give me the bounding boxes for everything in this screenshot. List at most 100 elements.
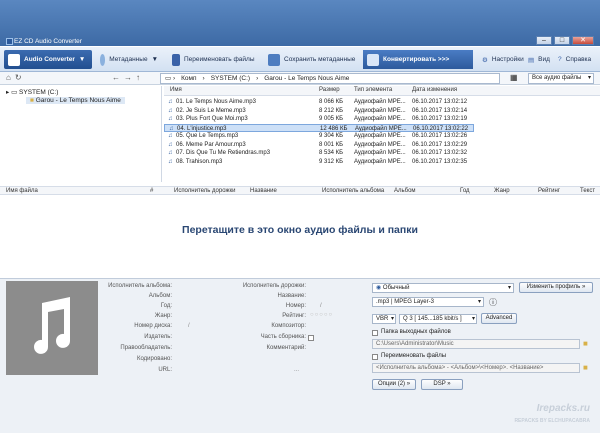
refresh-icon[interactable]: ↻	[15, 73, 22, 82]
settings-button[interactable]: ⚙ Настройки	[478, 50, 524, 69]
convert-button[interactable]: Конвертировать >>>	[363, 50, 473, 69]
file-type: Аудиофайл MPE...	[354, 150, 406, 156]
file-name: 01. Le Temps Nous Aime.mp3	[176, 99, 256, 105]
grid-view-icon[interactable]: ▦	[510, 73, 518, 82]
rename-pattern-field[interactable]: <Исполнитель альбома> - <Альбом>\<Номер>…	[372, 363, 580, 373]
album-cover[interactable]	[6, 281, 98, 375]
file-size: 9 312 КБ	[319, 158, 344, 165]
advanced-button[interactable]: Advanced	[481, 313, 517, 324]
tree-item-folder[interactable]: ■ Garou - Le Temps Nous Aime	[26, 97, 125, 104]
watermark-site: Irepacks.ru	[536, 403, 590, 414]
drop-hint: Перетащите в это окно аудио файлы и папк…	[182, 224, 418, 236]
col-rating[interactable]: Рейтинг	[538, 188, 560, 194]
file-row[interactable]: ♫ 01. Le Temps Nous Aime.mp3 8 066 КБ Ауди…	[164, 98, 474, 107]
file-row[interactable]: ♫ 02. Je Suis Le Meme.mp3 8 212 КБ Аудиофа…	[164, 107, 474, 116]
col-year[interactable]: Год	[460, 188, 470, 194]
pattern-edit-icon[interactable]: ■	[583, 363, 588, 372]
file-row[interactable]: ♫ 04. L'injustice.mp3 12 486 КБ Аудиофайл …	[164, 123, 474, 132]
format-select[interactable]: .mp3 | MPEG Layer-3 ▾	[372, 297, 484, 307]
col-genre[interactable]: Жанр	[494, 188, 510, 194]
compilation-checkbox[interactable]	[308, 335, 314, 341]
metadata-icon	[100, 53, 106, 66]
col-filename[interactable]: Имя файла	[6, 188, 38, 194]
help-icon: ?	[558, 56, 562, 63]
file-type: Аудиофайл MPE...	[354, 158, 406, 165]
save-metadata-button[interactable]: Сохранить метаданные	[264, 50, 360, 69]
file-name: 08. Trahison.mp3	[176, 158, 223, 165]
help-button[interactable]: ? Справка	[554, 50, 598, 69]
up-arrow-icon[interactable]: ↑	[136, 73, 140, 82]
col-album-artist[interactable]: Исполнитель альбома	[322, 188, 384, 194]
file-row[interactable]: ♫ 06. Meme Par Amour.mp3 8 001 КБ Аудиофай…	[164, 141, 474, 150]
bitrate-mode-select[interactable]: VBR ▾	[372, 314, 396, 324]
file-row[interactable]: ♫ 07. Dis Que Tu Me Retiendras.mp3 8 534 …	[164, 149, 474, 158]
label-title: Название:	[277, 293, 306, 299]
track-drop-zone[interactable]	[0, 196, 600, 276]
minimize-button[interactable]: –	[536, 36, 552, 45]
col-number[interactable]: #	[150, 188, 153, 194]
watermark-sub: REPACKS BY ELCHUPACABRA	[514, 418, 590, 424]
info-icon[interactable]: ⓘ	[489, 297, 497, 308]
maximize-button[interactable]: □	[554, 36, 570, 45]
dsp-button[interactable]: DSP »	[421, 379, 463, 390]
file-row[interactable]: ♫ 08. Trahison.mp3 9 312 КБ Аудиофайл MPE.…	[164, 158, 474, 167]
url-value[interactable]: ...	[294, 367, 299, 373]
label-publisher: Издатель:	[144, 334, 172, 340]
chevron-down-icon: ▾	[471, 316, 475, 322]
file-size: 9 005 КБ	[319, 116, 344, 122]
file-type: Аудиофайл MPE...	[354, 107, 406, 114]
file-type: Аудиофайл MPE...	[354, 141, 406, 148]
file-row[interactable]: ♫ 05. Que Le Temps.mp3 9 304 КБ Аудиофайл …	[164, 132, 474, 141]
options-button[interactable]: Опции (2) »	[372, 379, 416, 390]
app-window: EZ CD Audio Converter – □ ✕ Audio Conver…	[0, 0, 600, 433]
quality-select[interactable]: Q 3 [ 145...185 kbit/s ] ▾	[399, 314, 477, 324]
tree-item-system[interactable]: ▸ ▭ SYSTEM (C:)	[6, 88, 58, 96]
close-button[interactable]: ✕	[572, 36, 594, 45]
preset-select[interactable]: ◉ Обычный ▾	[372, 283, 514, 293]
col-date[interactable]: Дата изменения	[412, 87, 457, 93]
breadcrumb[interactable]: ▭ › Комп › SYSTEM (C:) › Garou - Le Temp…	[160, 73, 500, 84]
title-bar: EZ CD Audio Converter – □ ✕	[0, 0, 600, 46]
col-name[interactable]: Имя	[170, 87, 182, 93]
output-folder-label: Папка выходных файлов	[381, 329, 451, 335]
track-number-separator: /	[320, 303, 322, 309]
rename-files-checkbox[interactable]	[372, 354, 378, 360]
audio-converter-tab[interactable]: Audio Converter ▼	[4, 50, 92, 69]
convert-icon	[367, 53, 379, 66]
audio-file-icon: ♫	[168, 150, 173, 156]
file-size: 9 304 КБ	[319, 133, 344, 139]
col-type[interactable]: Тип элемента	[354, 87, 392, 93]
chevron-down-icon: ▼	[78, 56, 86, 63]
label-year: Год:	[160, 303, 172, 309]
output-path-field[interactable]: C:\Users\Administrator\Music	[372, 339, 580, 349]
output-folder-checkbox[interactable]	[372, 330, 378, 336]
rename-files-button[interactable]: Переименовать файлы	[168, 50, 260, 69]
address-bar: ⌂ ↻ ← → ↑ ▭ › Комп › SYSTEM (C:) › Garou…	[0, 72, 600, 85]
col-title[interactable]: Название	[250, 188, 277, 194]
col-size[interactable]: Размер	[319, 87, 340, 93]
back-arrow-icon[interactable]: ←	[112, 73, 120, 82]
col-album[interactable]: Альбом	[394, 188, 416, 194]
col-lyrics[interactable]: Текст	[580, 188, 595, 194]
audio-file-icon: ♫	[168, 116, 173, 122]
view-button[interactable]: ▤ Вид	[524, 50, 552, 69]
change-profile-button[interactable]: Изменить профиль »	[519, 282, 593, 293]
label-comment: Комментарий:	[266, 345, 306, 351]
file-filter-select[interactable]: Все аудио файлы ▾	[528, 73, 594, 84]
col-track-artist[interactable]: Исполнитель дорожки	[174, 188, 235, 194]
folder-browse-icon[interactable]: ■	[583, 339, 588, 348]
home-icon[interactable]: ⌂	[6, 73, 11, 82]
file-row[interactable]: ♫ 03. Plus Fort Que Moi.mp3 9 005 КБ Аудио…	[164, 115, 474, 124]
disc-separator: /	[188, 323, 190, 329]
file-name: 03. Plus Fort Que Moi.mp3	[176, 116, 248, 122]
label-disc: Номер диска:	[134, 323, 172, 329]
label-composer: Композитор:	[271, 323, 306, 329]
metadata-button[interactable]: Метаданные ▼	[96, 50, 162, 69]
file-date: 06.10.2017 13:02:26	[412, 133, 468, 139]
forward-arrow-icon[interactable]: →	[124, 73, 132, 82]
gear-icon: ⚙	[482, 56, 488, 64]
label-album: Альбом:	[148, 293, 172, 299]
audio-file-icon: ♫	[168, 107, 173, 114]
drive-icon: ▸ ▭	[6, 89, 20, 96]
rating-stars[interactable]: ○○○○○	[310, 312, 333, 318]
